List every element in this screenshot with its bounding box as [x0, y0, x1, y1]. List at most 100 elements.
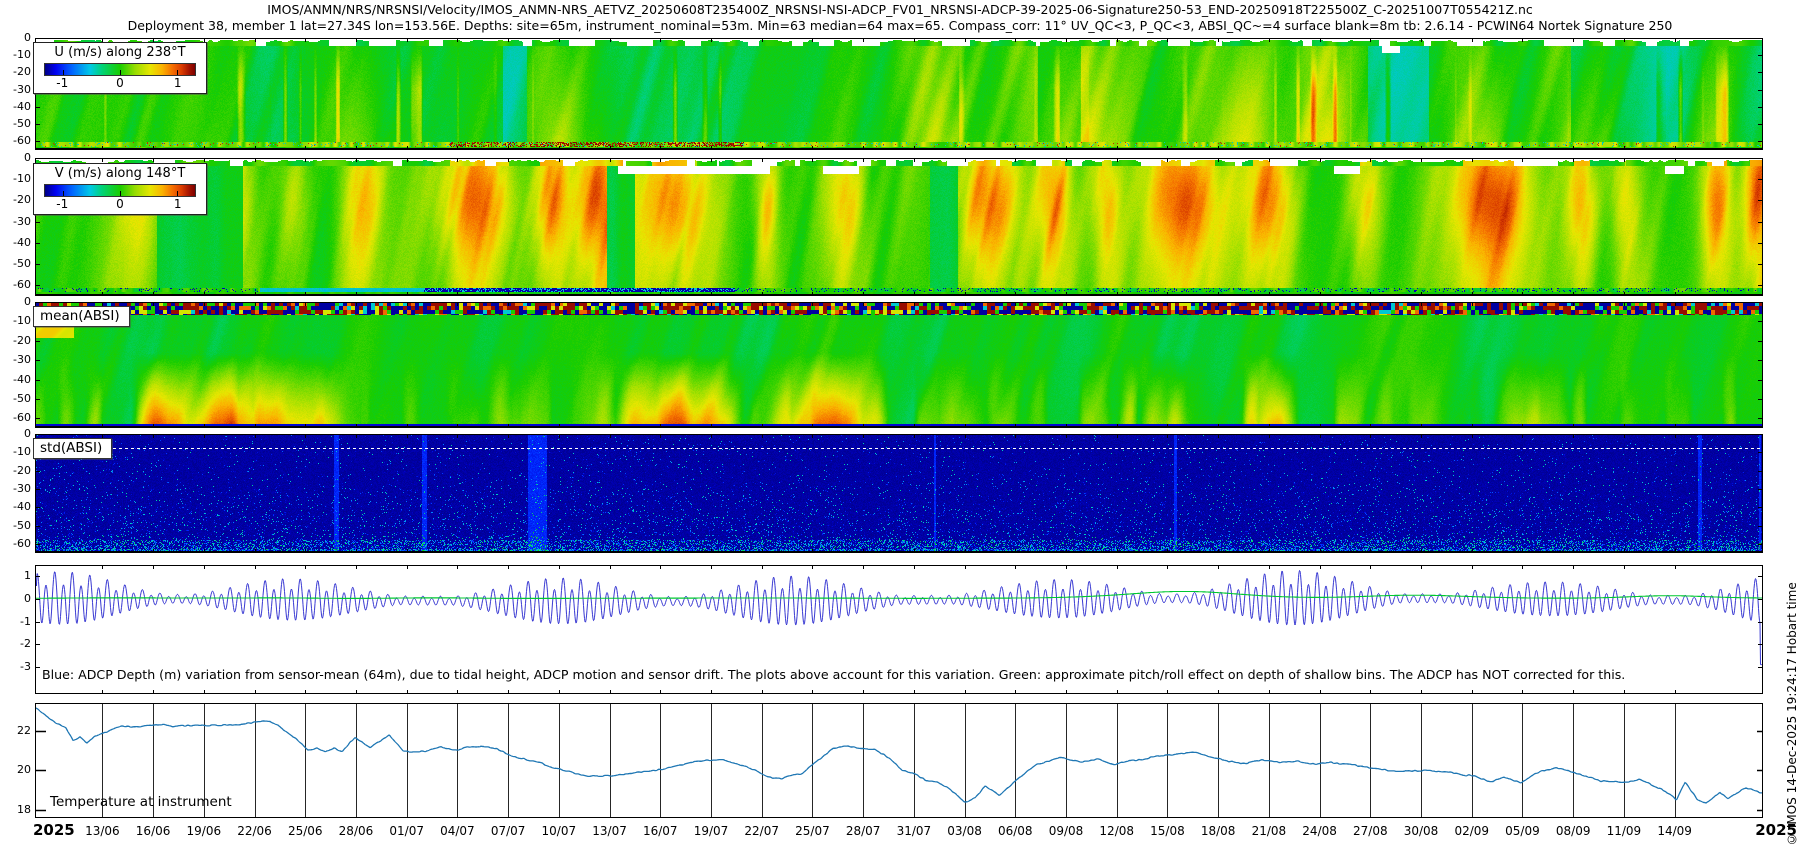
colorbar-tick-label: 1 [174, 76, 182, 90]
mean-absi-heatmap [35, 302, 1763, 428]
x-tick-date-label: 11/09 [1607, 824, 1642, 838]
y-tick-label: -10 [0, 446, 31, 458]
y-tick-label: -20 [0, 66, 31, 78]
plot-title-filename: IMOS/ANMN/NRS/NRSNSI/Velocity/IMOS_ANMN-… [0, 2, 1800, 17]
u-legend-title: U (m/s) along 238°T [34, 43, 206, 60]
y-tick-label: 0 [0, 152, 31, 164]
v-velocity-heatmap [35, 158, 1763, 296]
u-colorbar-legend: U (m/s) along 238°T -1 0 1 [33, 42, 207, 94]
y-tick-label: -20 [0, 194, 31, 206]
x-tick-date-label: 03/08 [947, 824, 982, 838]
y-tick-label: -60 [0, 538, 31, 550]
u-colorbar-ticklabels: -1 0 1 [44, 76, 196, 91]
x-tick-date-label: 16/07 [643, 824, 678, 838]
x-tick-date-label: 02/09 [1454, 824, 1489, 838]
x-tick-date-label: 19/07 [694, 824, 729, 838]
depth-variation-note: Blue: ADCP Depth (m) variation from sens… [42, 667, 1625, 682]
temperature-plot [35, 703, 1763, 818]
x-tick-date-label: 21/08 [1252, 824, 1287, 838]
y-tick-label: -30 [0, 483, 31, 495]
y-tick-label: -30 [0, 84, 31, 96]
y-tick-label: -60 [0, 412, 31, 424]
colorbar-tick-label: 1 [174, 197, 182, 211]
y-tick-label: -10 [0, 173, 31, 185]
x-tick-date-label: 18/08 [1201, 824, 1236, 838]
y-tick-label: 0 [0, 593, 31, 605]
y-tick-label: -3 [0, 661, 31, 673]
y-tick-label: -60 [0, 279, 31, 291]
x-tick-date-label: 22/07 [744, 824, 779, 838]
temperature-label: Temperature at instrument [50, 794, 232, 810]
x-tick-date-label: 27/08 [1353, 824, 1388, 838]
x-tick-date-label: 30/08 [1404, 824, 1439, 838]
v-colorbar-legend: V (m/s) along 148°T -1 0 1 [33, 163, 207, 215]
x-tick-date-label: 09/08 [1049, 824, 1084, 838]
y-tick-label: 0 [0, 32, 31, 44]
x-tick-date-label: 14/09 [1657, 824, 1692, 838]
x-tick-date-label: 06/08 [998, 824, 1033, 838]
y-tick-label: -1 [0, 616, 31, 628]
colorbar-tick [63, 191, 64, 196]
y-tick-label: -50 [0, 393, 31, 405]
y-tick-label: -10 [0, 315, 31, 327]
year-label-left: 2025 [33, 821, 75, 839]
colorbar-tick [63, 70, 64, 75]
std-absi-heatmap [35, 434, 1763, 553]
x-tick-date-label: 12/08 [1099, 824, 1134, 838]
colorbar-tick [120, 191, 121, 196]
y-tick-label: -40 [0, 374, 31, 386]
x-tick-date-label: 04/07 [440, 824, 475, 838]
v-colorbar-ticklabels: -1 0 1 [44, 197, 196, 212]
y-tick-label: 1 [0, 570, 31, 582]
y-tick-label: -40 [0, 237, 31, 249]
x-tick-date-label: 25/06 [288, 824, 323, 838]
x-tick-date-label: 08/09 [1556, 824, 1591, 838]
y-tick-label: -2 [0, 638, 31, 650]
y-tick-label: 22 [0, 725, 31, 737]
imos-copyright: © IMOS 14-Dec-2025 19:24:17 Hobart time [1785, 436, 1799, 846]
colorbar-tick-label: 0 [116, 197, 124, 211]
x-tick-date-label: 13/06 [85, 824, 120, 838]
x-tick-date-label: 28/07 [846, 824, 881, 838]
y-tick-label: -10 [0, 49, 31, 61]
y-tick-label: -50 [0, 258, 31, 270]
x-tick-date-label: 05/09 [1505, 824, 1540, 838]
u-colorbar [44, 63, 196, 76]
u-velocity-heatmap [35, 38, 1763, 150]
x-tick-date-label: 28/06 [339, 824, 374, 838]
x-tick-date-label: 10/07 [542, 824, 577, 838]
y-tick-label: -30 [0, 354, 31, 366]
x-tick-date-label: 31/07 [897, 824, 932, 838]
y-tick-label: 0 [0, 428, 31, 440]
x-tick-date-label: 24/08 [1302, 824, 1337, 838]
y-tick-label: -50 [0, 118, 31, 130]
y-tick-label: -20 [0, 465, 31, 477]
colorbar-tick-label: 0 [116, 76, 124, 90]
colorbar-tick [177, 191, 178, 196]
adcp-diagnostic-plot-page: IMOS/ANMN/NRS/NRSNSI/Velocity/IMOS_ANMN-… [0, 0, 1800, 850]
x-tick-date-label: 15/08 [1150, 824, 1185, 838]
v-colorbar [44, 184, 196, 197]
x-tick-date-label: 22/06 [237, 824, 272, 838]
y-tick-label: -40 [0, 101, 31, 113]
y-tick-label: -20 [0, 335, 31, 347]
x-tick-date-label: 07/07 [491, 824, 526, 838]
colorbar-tick-label: -1 [56, 197, 68, 211]
x-tick-date-label: 25/07 [795, 824, 830, 838]
colorbar-tick [177, 70, 178, 75]
y-tick-label: 0 [0, 296, 31, 308]
y-tick-label: -60 [0, 135, 31, 147]
x-tick-date-label: 19/06 [187, 824, 222, 838]
y-tick-label: 20 [0, 764, 31, 776]
mean-absi-label: mean(ABSI) [33, 306, 130, 327]
y-tick-label: 18 [0, 804, 31, 816]
colorbar-tick-label: -1 [56, 76, 68, 90]
x-tick-date-label: 16/06 [136, 824, 171, 838]
x-tick-date-label: 01/07 [389, 824, 424, 838]
y-tick-label: -30 [0, 216, 31, 228]
v-legend-title: V (m/s) along 148°T [34, 164, 206, 181]
y-tick-label: -40 [0, 501, 31, 513]
std-absi-label: std(ABSI) [33, 438, 112, 459]
plot-subtitle-deployment: Deployment 38, member 1 lat=27.34S lon=1… [0, 18, 1800, 33]
colorbar-tick [120, 70, 121, 75]
